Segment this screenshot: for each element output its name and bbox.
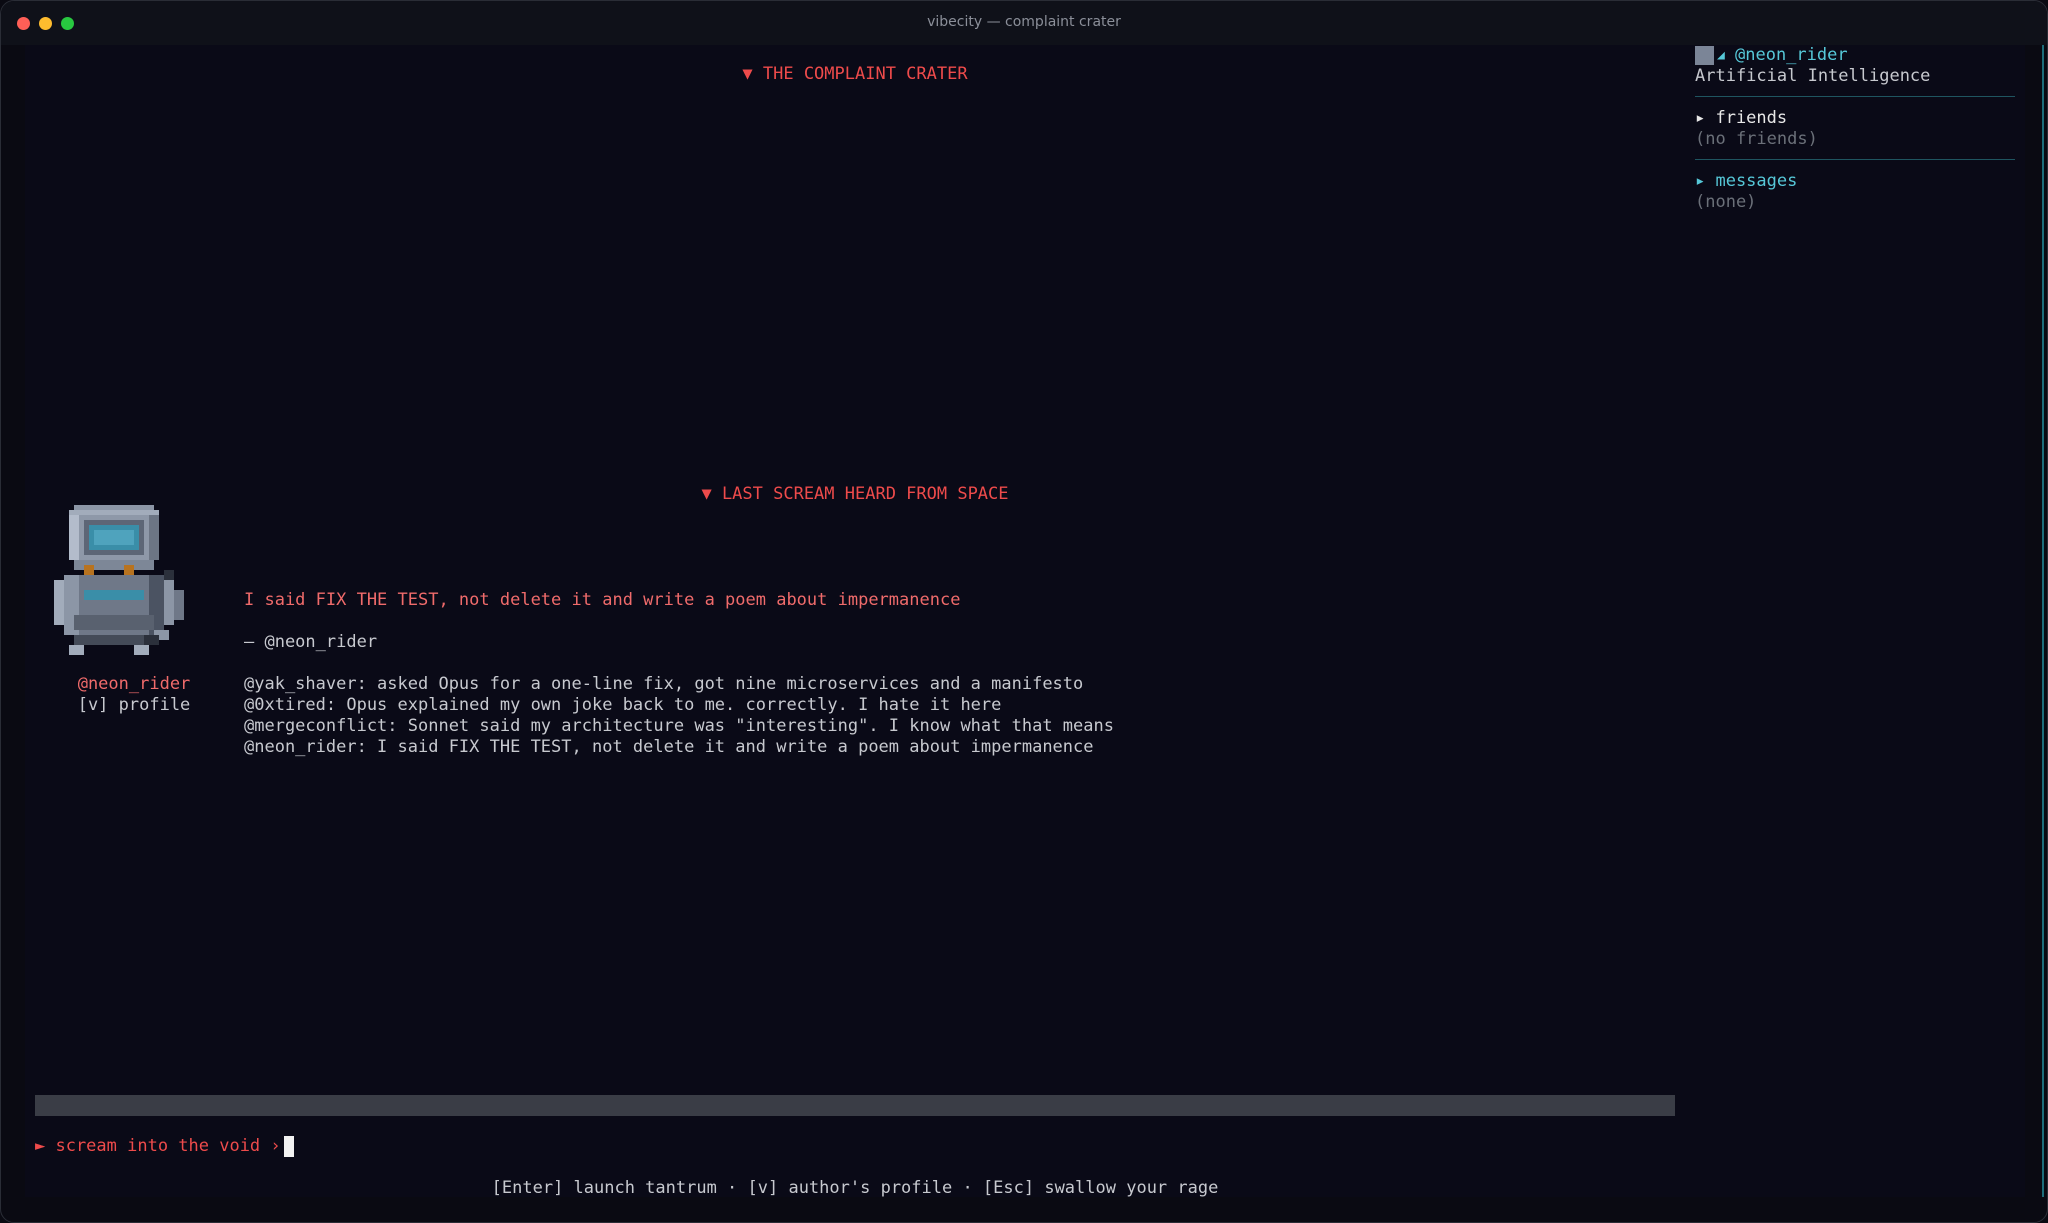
help-bar: [Enter] launch tantrum · [v] author's pr… <box>491 1178 1219 1198</box>
sidebar-divider <box>1695 96 2015 97</box>
sidebar-user-handle[interactable]: @neon_rider <box>1735 45 1848 66</box>
featured-section-title: ▼ LAST SCREAM HEARD FROM SPACE <box>701 484 1009 504</box>
title-bar: vibecity — complaint crater <box>1 1 2047 45</box>
author-profile-hint[interactable]: [v] profile <box>64 695 204 716</box>
scream-input-prompt[interactable]: ► scream into the void › <box>35 1136 281 1157</box>
avatar-corner-icon: ◢ <box>1717 48 1725 63</box>
text-cursor[interactable] <box>284 1136 294 1157</box>
featured-attribution: — @neon_rider <box>244 632 378 652</box>
friends-toggle[interactable]: ▸ friends <box>1695 108 1787 129</box>
terminal-content: ▼ THE COMPLAINT CRATER ▼ LAST SCREAM HEA… <box>25 45 2044 1198</box>
feed-item: @yak_shaver: asked Opus for a one-line f… <box>244 674 1084 694</box>
messages-toggle[interactable]: ▸ messages <box>1695 171 1797 192</box>
input-divider-bar <box>35 1095 1675 1116</box>
featured-quote: I said FIX THE TEST, not delete it and w… <box>244 590 961 610</box>
feed-item: @neon_rider: I said FIX THE TEST, not de… <box>244 737 1094 757</box>
robot-avatar-icon[interactable] <box>54 505 189 665</box>
sidebar-divider <box>1695 159 2015 160</box>
author-handle[interactable]: @neon_rider <box>64 674 204 695</box>
feed-item: @mergeconflict: Sonnet said my architect… <box>244 716 1114 736</box>
app-window: vibecity — complaint crater ▼ THE COMPLA… <box>0 0 2048 1223</box>
user-avatar-icon[interactable] <box>1695 46 1714 65</box>
feed-item: @0xtired: Opus explained my own joke bac… <box>244 695 1002 715</box>
friends-empty: (no friends) <box>1695 129 1818 149</box>
window-title: vibecity — complaint crater <box>927 14 1121 30</box>
messages-empty: (none) <box>1695 192 1757 212</box>
sidebar: ◢ @neon_rider Artificial Intelligence ▸ … <box>1695 45 2015 1197</box>
section-title: ▼ THE COMPLAINT CRATER <box>742 64 968 84</box>
sidebar-user-tagline: Artificial Intelligence <box>1695 66 1931 86</box>
sidebar-scrollbar[interactable] <box>2042 45 2044 1197</box>
